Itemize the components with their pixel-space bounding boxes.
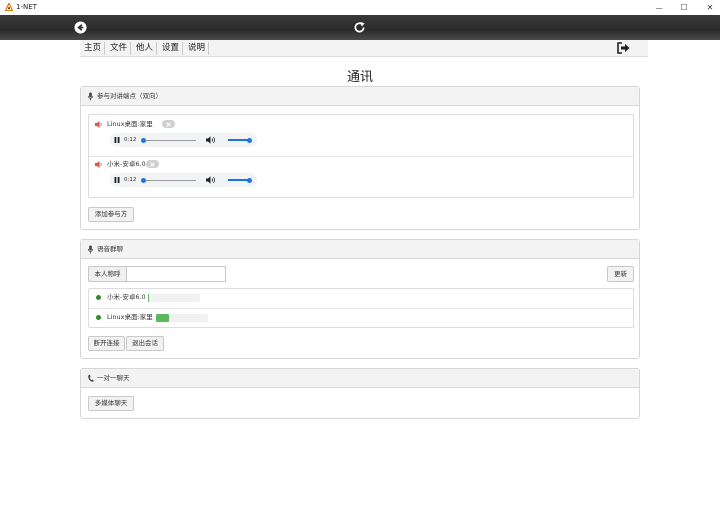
window-title: 1-NET	[16, 3, 37, 11]
one-on-one-panel: 一对一聊天 多媒体聊天	[80, 368, 640, 419]
remove-peer-button[interactable]	[162, 120, 175, 128]
seek-track[interactable]	[143, 140, 196, 141]
multimedia-chat-button[interactable]: 多媒体聊天	[88, 396, 134, 411]
member-name: Linux桌面:家里	[107, 313, 153, 321]
seek-knob[interactable]	[141, 138, 146, 143]
intercom-panel-title: 参与对讲端点（双向）	[97, 92, 162, 100]
nav-item-home[interactable]: 主页	[81, 42, 106, 55]
group-chat-panel-header: 语音群聊	[81, 240, 639, 259]
one-on-one-panel-header: 一对一聊天	[81, 369, 639, 388]
remove-peer-button[interactable]	[146, 160, 159, 168]
online-status-dot	[96, 295, 101, 300]
leave-session-button[interactable]: 退出会话	[126, 336, 164, 351]
maximize-icon: ☐	[680, 3, 688, 12]
refresh-icon[interactable]	[353, 21, 366, 34]
peer-name: 小米-安卓6.0	[107, 160, 146, 168]
group-chat-panel-title: 语音群聊	[97, 245, 123, 253]
audio-player[interactable]: 0:12	[110, 173, 257, 187]
list-item: Linux桌面:家里 0:12	[89, 115, 633, 156]
main-nav: 主页 文件 他人 设置 说明	[80, 40, 648, 57]
intercom-panel-header: 参与对讲端点（双向）	[81, 87, 639, 106]
voice-level-fill	[148, 294, 150, 302]
maximize-button[interactable]: ☐	[671, 0, 697, 15]
nav-item-files[interactable]: 文件	[107, 42, 132, 55]
nav-item-help[interactable]: 说明	[185, 42, 210, 55]
voice-level-meter	[148, 294, 200, 302]
seek-knob[interactable]	[141, 178, 146, 183]
volume-icon[interactable]	[206, 136, 216, 144]
disconnect-button[interactable]: 断开连接	[88, 336, 125, 351]
app-logo-icon	[5, 3, 13, 11]
add-participant-button[interactable]: 添加参与方	[88, 207, 134, 222]
audio-player[interactable]: 0:12	[110, 133, 257, 147]
window-titlebar: 1-NET — ☐ ✕	[0, 0, 720, 15]
online-status-dot	[96, 315, 101, 320]
nav-item-settings[interactable]: 设置	[159, 42, 184, 55]
microphone-icon	[87, 245, 94, 254]
logout-icon[interactable]	[617, 42, 630, 54]
member-name: 小米-安卓6.0	[107, 293, 146, 301]
pause-icon[interactable]	[114, 177, 120, 183]
seek-track[interactable]	[143, 180, 196, 181]
voice-level-meter	[156, 314, 208, 322]
minimize-button[interactable]: —	[646, 0, 672, 15]
nickname-input[interactable]	[126, 266, 226, 282]
nav-item-others[interactable]: 他人	[133, 42, 158, 55]
list-item: 小米-安卓6.0 0:12	[89, 157, 633, 198]
close-icon	[166, 121, 171, 127]
pause-icon[interactable]	[114, 137, 120, 143]
peer-name: Linux桌面:家里	[107, 120, 153, 128]
volume-knob[interactable]	[247, 177, 252, 183]
intercom-panel: 参与对讲端点（双向） Linux桌面:家里 0:12 小米-安卓6.0 0:12…	[80, 86, 640, 230]
back-icon[interactable]	[74, 21, 87, 34]
list-item: Linux桌面:家里	[89, 309, 633, 328]
list-item: 小米-安卓6.0	[89, 289, 633, 308]
peer-list: Linux桌面:家里 0:12 小米-安卓6.0 0:12	[88, 114, 634, 198]
speaker-icon	[95, 121, 102, 128]
voice-level-fill	[156, 314, 169, 322]
close-icon: ✕	[706, 3, 714, 12]
minimize-icon: —	[655, 3, 663, 12]
close-window-button[interactable]: ✕	[697, 0, 720, 15]
microphone-icon	[87, 92, 94, 101]
group-chat-panel: 语音群聊 本人称呼 更新 小米-安卓6.0 Linux桌面:家里 断开连接 退出…	[80, 239, 640, 359]
playback-time: 0:12	[124, 177, 137, 183]
top-toolbar	[0, 15, 720, 40]
volume-icon[interactable]	[206, 176, 216, 184]
volume-knob[interactable]	[247, 137, 252, 143]
speaker-icon	[95, 161, 102, 168]
playback-time: 0:12	[124, 137, 137, 143]
one-on-one-panel-title: 一对一聊天	[97, 374, 130, 382]
nickname-label: 本人称呼	[88, 266, 127, 282]
refresh-button[interactable]: 更新	[607, 266, 634, 282]
close-icon	[150, 161, 155, 167]
phone-icon	[88, 374, 94, 382]
page-title: 通讯	[346, 70, 373, 85]
member-list: 小米-安卓6.0 Linux桌面:家里	[88, 288, 634, 328]
